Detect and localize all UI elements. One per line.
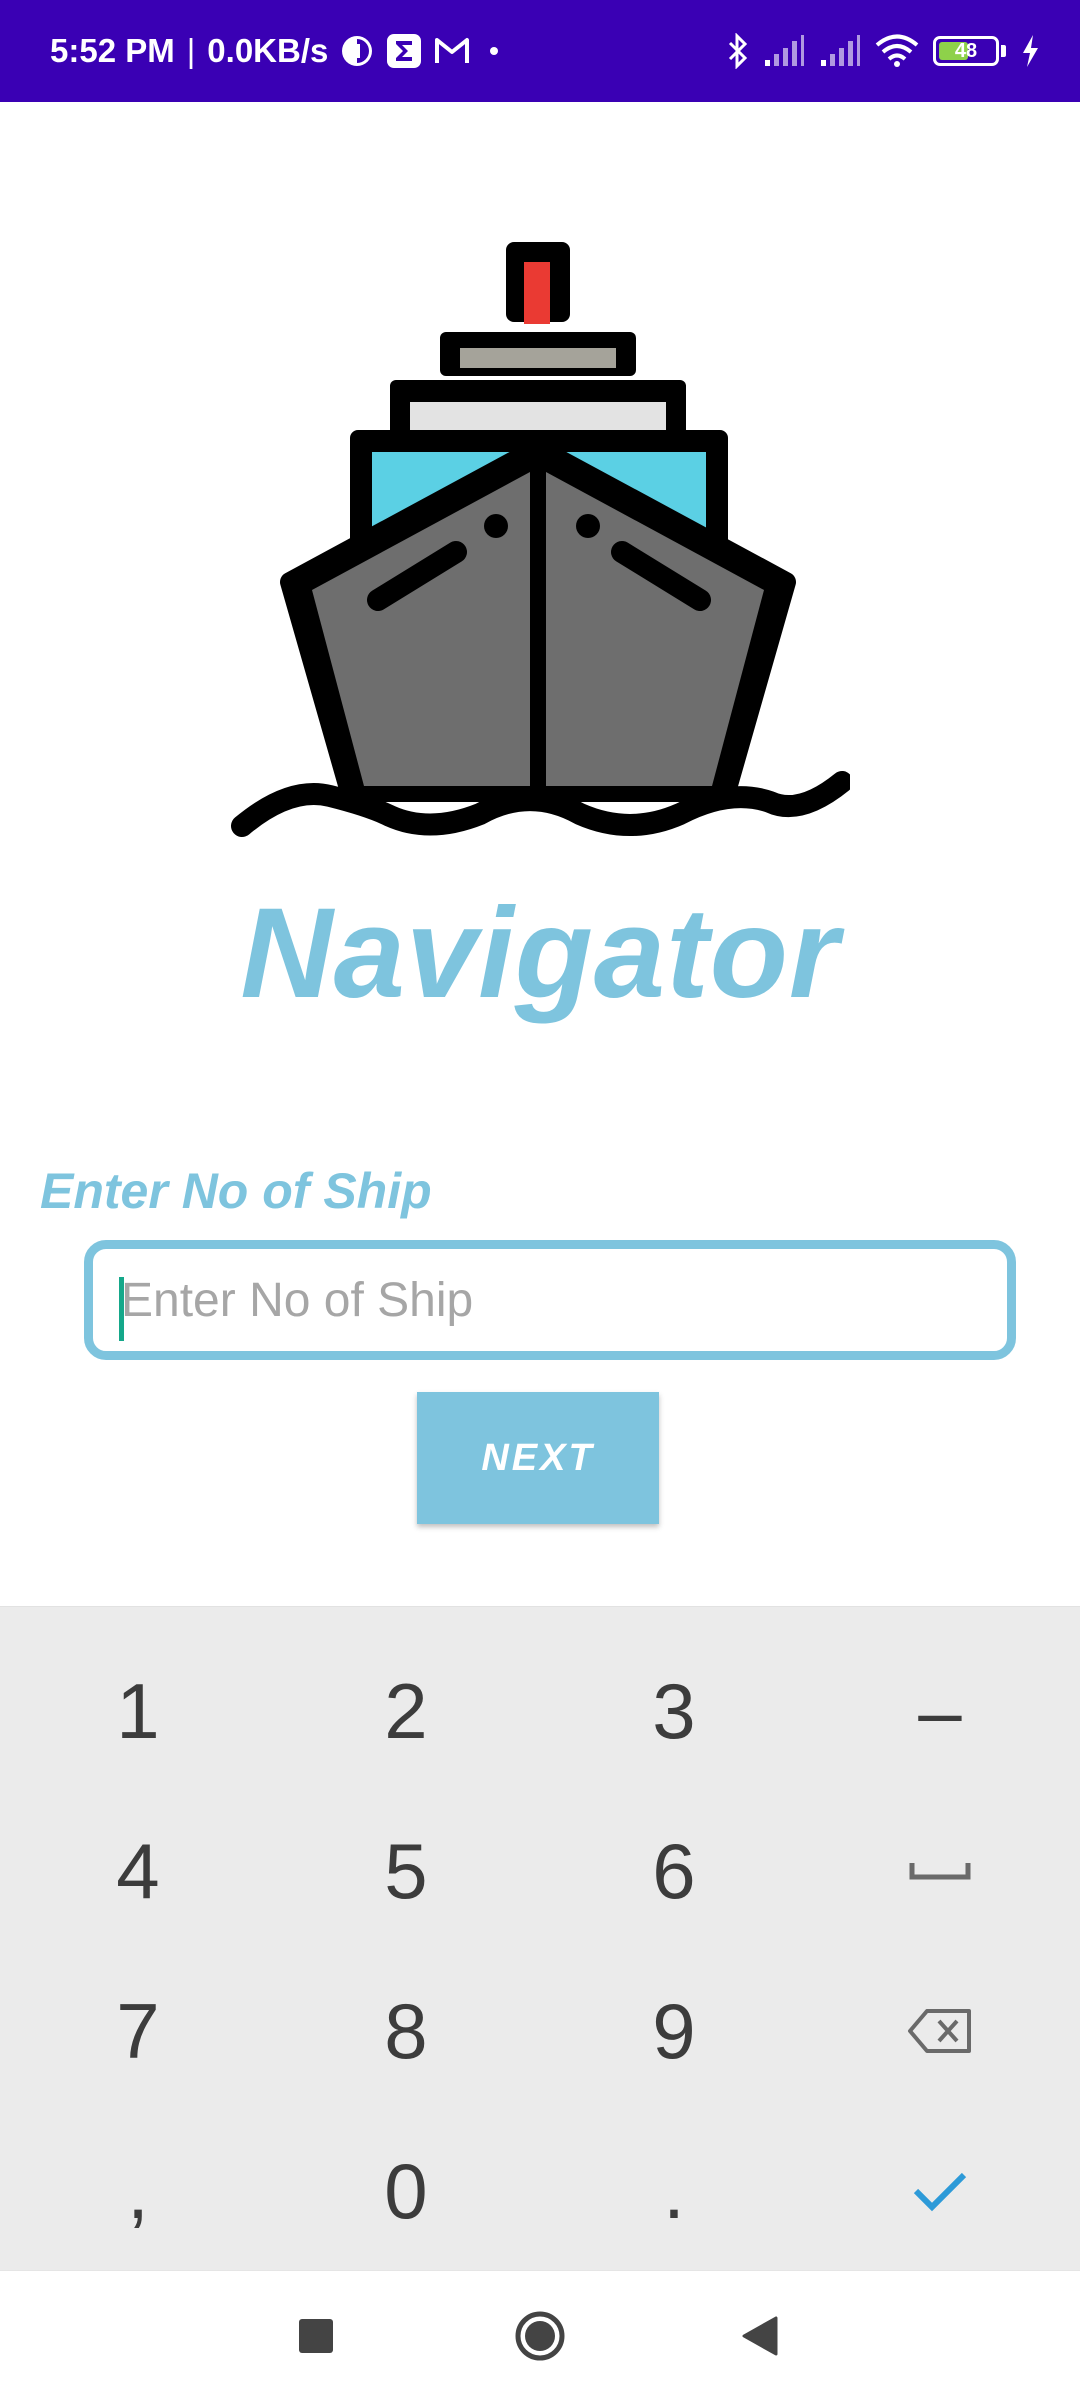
gmail-icon xyxy=(434,36,470,66)
vpn-icon xyxy=(340,34,374,68)
app-title: Navigator xyxy=(240,882,840,1025)
back-button[interactable] xyxy=(720,2296,800,2376)
numeric-keyboard: 1 2 3 – 4 5 6 7 8 9 , 0 . xyxy=(0,1606,1080,2271)
ship-icon xyxy=(231,242,853,837)
signal-icon xyxy=(819,34,861,68)
key-9[interactable]: 9 xyxy=(540,1951,808,2111)
key-backspace[interactable] xyxy=(806,1951,1074,2111)
key-period[interactable]: . xyxy=(540,2111,808,2271)
signal-icon xyxy=(763,34,805,68)
status-time: 5:52 PM xyxy=(50,32,175,69)
recents-button[interactable] xyxy=(276,2296,356,2376)
home-button[interactable] xyxy=(500,2296,580,2376)
navigation-bar xyxy=(0,2270,1080,2401)
ship-logo xyxy=(230,230,853,850)
network-speed: 0.0KB/s xyxy=(207,32,329,69)
key-5[interactable]: 5 xyxy=(272,1791,540,1951)
key-space[interactable] xyxy=(806,1791,1074,1951)
key-comma[interactable]: , xyxy=(4,2111,272,2271)
status-left: 5:52 PM | 0.0KB/s xyxy=(50,0,506,102)
key-0[interactable]: 0 xyxy=(272,2111,540,2271)
status-separator: | xyxy=(186,32,196,69)
charging-icon xyxy=(1020,34,1040,68)
key-1[interactable]: 1 xyxy=(4,1631,272,1791)
key-2[interactable]: 2 xyxy=(272,1631,540,1791)
ship-count-field[interactable] xyxy=(84,1240,1016,1360)
battery-icon: 48 xyxy=(933,36,1006,66)
next-button[interactable]: NEXT xyxy=(417,1392,659,1524)
recents-icon xyxy=(299,2319,333,2353)
back-icon xyxy=(742,2316,778,2356)
key-7[interactable]: 7 xyxy=(4,1951,272,2111)
key-minus[interactable]: – xyxy=(806,1631,1074,1791)
dot-icon xyxy=(482,39,506,63)
ship-count-label: Enter No of Ship xyxy=(40,1163,432,1219)
home-icon xyxy=(515,2311,565,2361)
battery-level: 48 xyxy=(954,39,978,62)
status-bar: 5:52 PM | 0.0KB/s 48 xyxy=(0,0,1080,102)
wifi-icon xyxy=(875,34,919,68)
checkmark-icon xyxy=(913,2172,967,2212)
key-3[interactable]: 3 xyxy=(540,1631,808,1791)
status-right: 48 xyxy=(727,0,1040,102)
key-4[interactable]: 4 xyxy=(4,1791,272,1951)
key-8[interactable]: 8 xyxy=(272,1951,540,2111)
key-done[interactable] xyxy=(806,2111,1074,2271)
ship-count-input[interactable] xyxy=(115,1249,1001,1351)
backspace-icon xyxy=(908,2009,971,2053)
space-icon xyxy=(909,1863,971,1880)
sigma-app-icon xyxy=(386,33,422,69)
key-6[interactable]: 6 xyxy=(540,1791,808,1951)
bluetooth-icon xyxy=(727,33,749,69)
